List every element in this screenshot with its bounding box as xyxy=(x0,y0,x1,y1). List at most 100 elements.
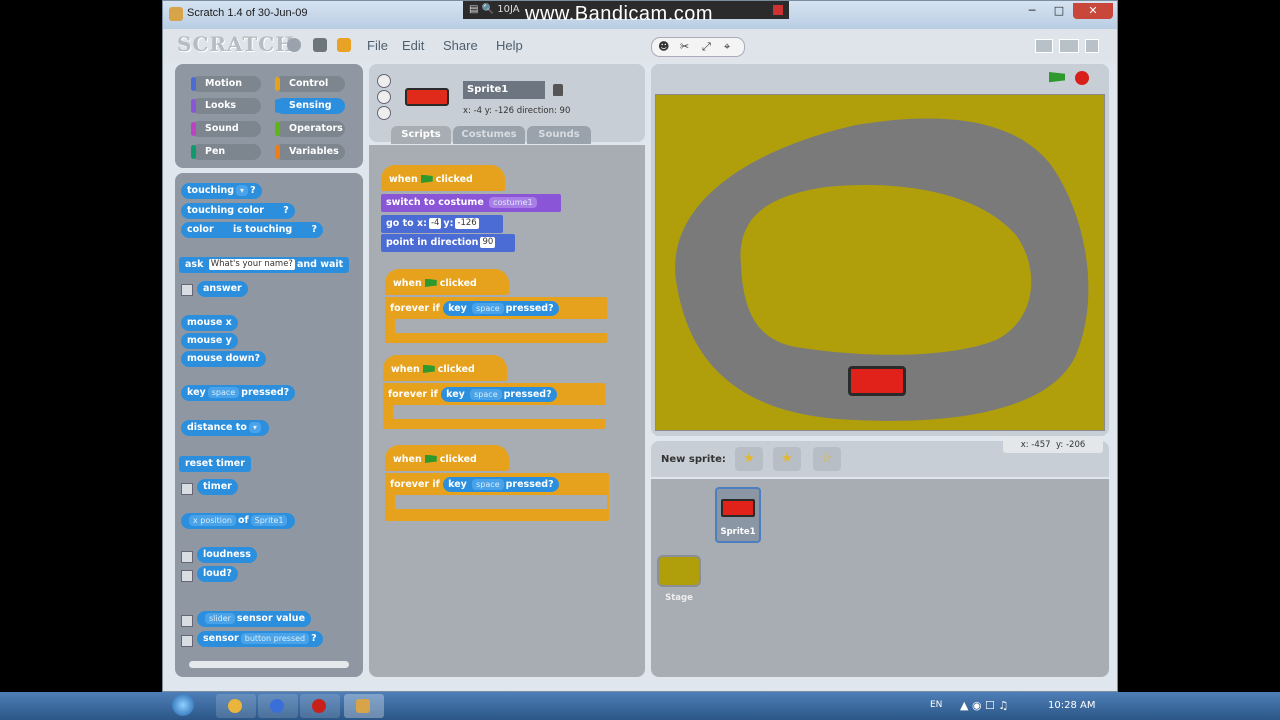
block-loud[interactable]: loud? xyxy=(197,566,238,582)
tab-sounds[interactable]: Sounds xyxy=(527,126,591,144)
hat-when-flag-clicked[interactable]: when clicked xyxy=(381,165,505,191)
choose-sprite-button[interactable]: ★ xyxy=(773,447,801,471)
timer-checkbox[interactable] xyxy=(181,483,193,495)
random-sprite-button[interactable]: ☆ xyxy=(813,447,841,471)
block-forever-if[interactable]: forever if key space pressed? xyxy=(385,297,607,343)
block-answer[interactable]: answer xyxy=(197,281,248,297)
block-mouse-down[interactable]: mouse down? xyxy=(181,351,266,367)
car-sprite[interactable] xyxy=(848,366,906,396)
sprite-tile[interactable]: Sprite1 xyxy=(715,487,761,543)
sensor-pressed-checkbox[interactable] xyxy=(181,635,193,647)
start-button[interactable] xyxy=(168,692,198,720)
key-dropdown[interactable]: space xyxy=(207,387,240,398)
clock[interactable]: 10:28 AM xyxy=(1048,700,1095,711)
key-dropdown[interactable]: space xyxy=(472,303,504,314)
share-icon[interactable] xyxy=(337,38,351,52)
block-mouse-x[interactable]: mouse x xyxy=(181,315,238,331)
block-touching-color[interactable]: touching color ? xyxy=(181,203,295,219)
stop-button[interactable] xyxy=(1075,71,1089,85)
flip-mode-icon[interactable] xyxy=(377,90,391,104)
key-dropdown[interactable]: space xyxy=(472,479,504,490)
duplicate-icon[interactable]: ☻ xyxy=(658,40,669,53)
button-dropdown[interactable]: button pressed xyxy=(240,633,310,644)
shrink-icon[interactable]: ⌖ xyxy=(724,40,730,54)
block-point-direction[interactable]: point in direction 90 xyxy=(381,234,515,252)
menu-share[interactable]: Share xyxy=(443,38,478,53)
menu-edit[interactable]: Edit xyxy=(402,38,424,53)
block-color-touching[interactable]: color is touching ? xyxy=(181,222,324,238)
attribute-dropdown[interactable]: x position xyxy=(189,515,236,526)
tab-costumes[interactable]: Costumes xyxy=(453,126,525,144)
category-operators[interactable]: Operators xyxy=(275,121,345,137)
category-motion[interactable]: Motion xyxy=(191,76,261,92)
sensor-value-checkbox[interactable] xyxy=(181,615,193,627)
category-variables[interactable]: Variables xyxy=(275,144,345,160)
paint-sprite-button[interactable]: ★ xyxy=(735,447,763,471)
stage[interactable] xyxy=(655,94,1105,431)
rotate-mode-icon[interactable] xyxy=(377,74,391,88)
menu-file[interactable]: File xyxy=(367,38,388,53)
category-pen[interactable]: Pen xyxy=(191,144,261,160)
distance-dropdown[interactable]: ▾ xyxy=(248,422,261,433)
lock-icon[interactable] xyxy=(553,84,563,96)
key-pressed-condition[interactable]: key space pressed? xyxy=(441,387,557,402)
sprite-dropdown[interactable]: Sprite1 xyxy=(250,515,288,526)
hat-when-flag-clicked-2[interactable]: when clicked xyxy=(385,269,509,295)
small-stage-icon[interactable] xyxy=(1035,39,1053,53)
loudness-checkbox[interactable] xyxy=(181,551,193,563)
sprite-name-field[interactable]: Sprite1 xyxy=(463,81,545,99)
sensor-dropdown[interactable]: slider xyxy=(205,613,235,624)
taskbar-chrome-icon[interactable] xyxy=(216,694,256,718)
block-distance-to[interactable]: distance to ▾ xyxy=(181,420,269,436)
taskbar-scratch-icon[interactable] xyxy=(344,694,384,718)
block-sensor-pressed[interactable]: sensor button pressed? xyxy=(197,631,323,647)
maximize-button[interactable]: □ xyxy=(1047,3,1071,19)
stage-thumbnail[interactable] xyxy=(657,555,701,587)
touching-dropdown[interactable]: ▾ xyxy=(236,185,249,196)
no-rotate-icon[interactable] xyxy=(377,106,391,120)
block-touching[interactable]: touching ▾? xyxy=(181,183,262,199)
close-button[interactable]: ✕ xyxy=(1073,3,1113,19)
save-icon[interactable] xyxy=(313,38,327,52)
hat-when-flag-clicked-4[interactable]: when clicked xyxy=(385,445,509,471)
block-ask[interactable]: ask What's your name? and wait xyxy=(179,257,350,273)
tray-icons[interactable]: ▲ ◉ ☐ ♫ xyxy=(960,699,1008,712)
answer-checkbox[interactable] xyxy=(181,284,193,296)
ask-input[interactable]: What's your name? xyxy=(208,259,295,270)
scripts-area[interactable]: when clicked switch to costume costume1 g… xyxy=(369,145,645,677)
taskbar-record-icon[interactable] xyxy=(300,694,340,718)
block-go-to-xy[interactable]: go to x: -4 y: -126 xyxy=(381,215,503,233)
category-sensing[interactable]: Sensing xyxy=(275,98,345,114)
taskbar-app-icon[interactable] xyxy=(258,694,298,718)
cut-icon[interactable]: ✂ xyxy=(680,40,689,53)
category-looks[interactable]: Looks xyxy=(191,98,261,114)
block-sensor-value[interactable]: slider sensor value xyxy=(197,611,312,627)
palette-scrollbar[interactable] xyxy=(189,661,349,668)
key-pressed-condition[interactable]: key space pressed? xyxy=(443,477,559,492)
category-control[interactable]: Control xyxy=(275,76,345,92)
minimize-button[interactable]: ─ xyxy=(1019,3,1045,19)
green-flag-button[interactable] xyxy=(1049,72,1065,83)
key-pressed-condition[interactable]: key space pressed? xyxy=(443,301,559,316)
block-timer[interactable]: timer xyxy=(197,479,238,495)
y-input[interactable]: -126 xyxy=(455,218,479,229)
block-x-position-of[interactable]: x position of Sprite1 xyxy=(181,513,296,529)
key-dropdown[interactable]: space xyxy=(470,389,502,400)
globe-icon[interactable] xyxy=(287,38,301,52)
costume-dropdown[interactable]: costume1 xyxy=(489,197,537,208)
block-loudness[interactable]: loudness xyxy=(197,547,257,563)
grow-icon[interactable]: ⤢ xyxy=(702,40,711,54)
block-reset-timer[interactable]: reset timer xyxy=(179,456,251,472)
block-mouse-y[interactable]: mouse y xyxy=(181,333,238,349)
x-input[interactable]: -4 xyxy=(428,218,442,229)
block-forever-if-2[interactable]: forever if key space pressed? xyxy=(383,383,605,429)
hat-when-flag-clicked-3[interactable]: when clicked xyxy=(383,355,507,381)
normal-stage-icon[interactable] xyxy=(1059,39,1079,53)
category-sound[interactable]: Sound xyxy=(191,121,261,137)
loud-checkbox[interactable] xyxy=(181,570,193,582)
block-forever-if-3[interactable]: forever if key space pressed? xyxy=(385,473,609,521)
language-indicator[interactable]: EN xyxy=(930,700,942,710)
presentation-icon[interactable] xyxy=(1085,39,1099,53)
menu-help[interactable]: Help xyxy=(496,38,523,53)
direction-input[interactable]: 90 xyxy=(480,237,496,248)
